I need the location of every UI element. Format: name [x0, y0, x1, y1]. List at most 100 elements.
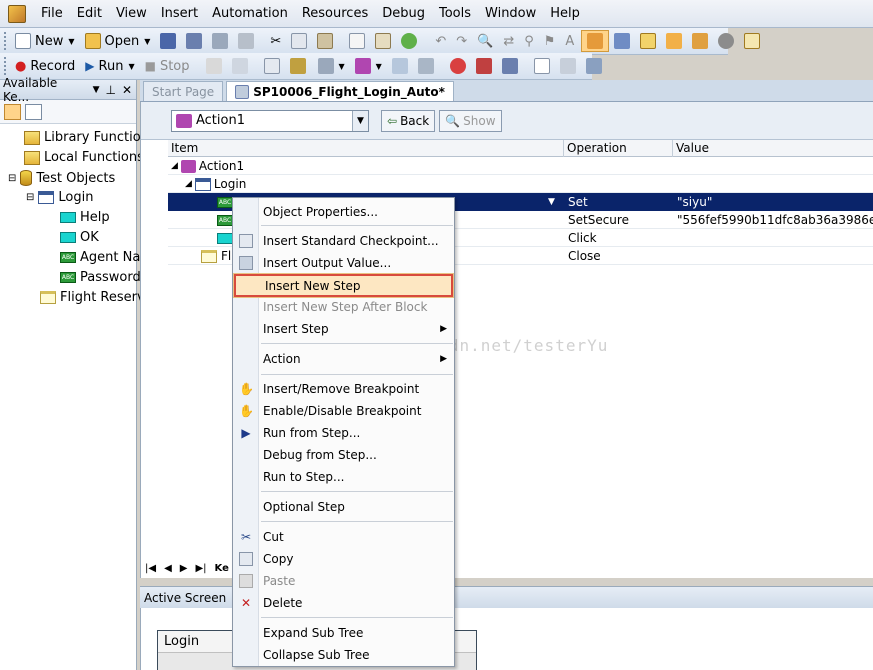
menu-resources[interactable]: Resources — [295, 0, 375, 28]
menu-object-properties[interactable]: Object Properties... — [234, 202, 453, 222]
undo-button[interactable]: ↶ — [430, 30, 451, 52]
redo-button[interactable]: ↷ — [451, 30, 472, 52]
tab-keyword[interactable]: Ke — [215, 563, 229, 574]
view-button[interactable] — [555, 55, 581, 77]
next-icon[interactable]: ▶ — [180, 563, 188, 574]
bookmark-button[interactable]: ⚑ — [539, 30, 561, 52]
menu-copy[interactable]: Copy — [234, 549, 453, 569]
row-value[interactable]: "siyu" — [674, 193, 873, 211]
replace-button[interactable]: ⇄ — [498, 30, 519, 52]
table-row[interactable]: ◢ Action1 — [168, 157, 873, 175]
data-table-button[interactable] — [635, 30, 661, 52]
row-operation[interactable]: SetSecure — [565, 211, 672, 229]
insert-step-button[interactable]: ▼ — [313, 55, 350, 77]
collapse-icon[interactable]: ⊟ — [26, 192, 34, 203]
debug-viewer-button[interactable] — [661, 30, 687, 52]
menu-debug[interactable]: Debug — [375, 0, 432, 28]
menu-run-from-step[interactable]: ▶ Run from Step... — [234, 423, 453, 443]
step-out-button[interactable] — [497, 55, 523, 77]
step-into-button[interactable] — [471, 55, 497, 77]
pin-icon[interactable]: ⊥ — [105, 83, 115, 97]
run-button[interactable]: ▶ Run ▼ — [80, 55, 139, 77]
print-preview-button[interactable] — [207, 30, 233, 52]
menu-file[interactable]: File — [34, 0, 70, 28]
row-operation[interactable]: Set — [565, 193, 672, 211]
menu-automation[interactable]: Automation — [205, 0, 295, 28]
menu-cut[interactable]: ✂ Cut — [234, 527, 453, 547]
tree-item-help[interactable]: Help — [60, 210, 110, 225]
tab-test-document[interactable]: SP10006_Flight_Login_Auto* — [226, 81, 454, 101]
tree-item-test-objects[interactable]: ⊟ Test Objects — [8, 170, 115, 186]
column-value[interactable]: Value — [673, 140, 873, 157]
row-operation[interactable]: Click — [565, 229, 672, 247]
menu-tools[interactable]: Tools — [432, 0, 478, 28]
first-icon[interactable]: |◀ — [145, 563, 156, 574]
comment-button[interactable] — [344, 30, 370, 52]
save-button[interactable] — [155, 30, 181, 52]
print-button[interactable] — [233, 30, 259, 52]
column-operation[interactable]: Operation — [564, 140, 673, 157]
new-button[interactable]: New ▼ — [10, 30, 80, 52]
output-value-button[interactable] — [285, 55, 311, 77]
chevron-down-icon[interactable]: ▼ — [352, 110, 368, 131]
breakpoint-button[interactable] — [445, 55, 471, 77]
menu-insert-remove-breakpoint[interactable]: ✋ Insert/Remove Breakpoint — [234, 379, 453, 399]
menu-insert[interactable]: Insert — [154, 0, 205, 28]
menu-action[interactable]: Action ▶ — [234, 349, 453, 369]
menu-insert-new-step-after-block[interactable]: Insert New Step After Block — [234, 297, 453, 317]
column-item[interactable]: Item — [168, 140, 564, 157]
analog-record-button[interactable] — [227, 55, 253, 77]
resources-button[interactable] — [713, 30, 739, 52]
open-button[interactable]: Open ▼ — [80, 30, 156, 52]
toolbar-grip[interactable] — [4, 32, 6, 50]
menu-insert-output-value[interactable]: Insert Output Value... — [234, 253, 453, 273]
find-button[interactable]: 🔍 — [472, 30, 498, 52]
show-button[interactable]: 🔍 Show — [439, 109, 502, 132]
paste-button[interactable] — [312, 30, 338, 52]
row-value[interactable]: "556fef5990b11dfc8ab36a3986e395e... — [674, 211, 873, 229]
low-level-record-button[interactable] — [201, 55, 227, 77]
close-icon[interactable]: ✕ — [122, 83, 132, 97]
keyword-view-button[interactable] — [581, 30, 610, 52]
tree-item-login[interactable]: ⊟ Login — [26, 190, 93, 205]
object-repository-button[interactable] — [609, 30, 635, 52]
stop-button[interactable]: ■ Stop — [140, 55, 195, 77]
menu-optional-step[interactable]: Optional Step — [234, 497, 453, 517]
list-view-button[interactable] — [529, 55, 555, 77]
menu-insert-step[interactable]: Insert Step ▶ — [234, 319, 453, 339]
dropdown-icon[interactable]: ▼ — [93, 85, 100, 95]
menu-insert-new-step[interactable]: Insert New Step — [233, 273, 454, 298]
menu-expand-sub-tree[interactable]: Expand Sub Tree — [234, 623, 453, 643]
font-button[interactable]: A — [560, 30, 579, 52]
menu-debug-from-step[interactable]: Debug from Step... — [234, 445, 453, 465]
insert-action-button[interactable]: ▼ — [350, 55, 387, 77]
end-transaction-button[interactable] — [413, 55, 439, 77]
check-syntax-button[interactable] — [396, 30, 422, 52]
menu-view[interactable]: View — [109, 0, 154, 28]
row-value[interactable] — [674, 247, 873, 265]
row-value[interactable] — [674, 229, 873, 247]
refresh-button[interactable] — [581, 55, 607, 77]
list-mode-icon[interactable] — [4, 104, 21, 120]
tree-item-password[interactable]: ABC Password — [60, 270, 141, 285]
table-row[interactable]: ◢ Login — [168, 175, 873, 193]
step-generator-button[interactable] — [739, 30, 765, 52]
goto-button[interactable]: ⚲ — [519, 30, 539, 52]
prev-icon[interactable]: ◀ — [164, 563, 172, 574]
row-dropdown-icon[interactable]: ▼ — [548, 193, 555, 211]
record-button[interactable]: ● Record — [10, 55, 80, 77]
last-icon[interactable]: ▶| — [195, 563, 206, 574]
action-combo[interactable]: Action1 ▼ — [171, 109, 369, 132]
collapse-arrow-icon[interactable]: ◢ — [171, 157, 178, 175]
menu-paste[interactable]: Paste — [234, 571, 453, 591]
tree-mode-icon[interactable] — [25, 104, 42, 120]
menu-run-to-step[interactable]: Run to Step... — [234, 467, 453, 487]
menu-delete[interactable]: ✕ Delete — [234, 593, 453, 613]
active-screen-button[interactable] — [687, 30, 713, 52]
menu-help[interactable]: Help — [543, 0, 587, 28]
collapse-icon[interactable]: ⊟ — [8, 173, 16, 184]
row-operation[interactable]: Close — [565, 247, 672, 265]
menu-collapse-sub-tree[interactable]: Collapse Sub Tree — [234, 645, 453, 665]
transaction-button[interactable] — [387, 55, 413, 77]
checkpoint-button[interactable] — [259, 55, 285, 77]
